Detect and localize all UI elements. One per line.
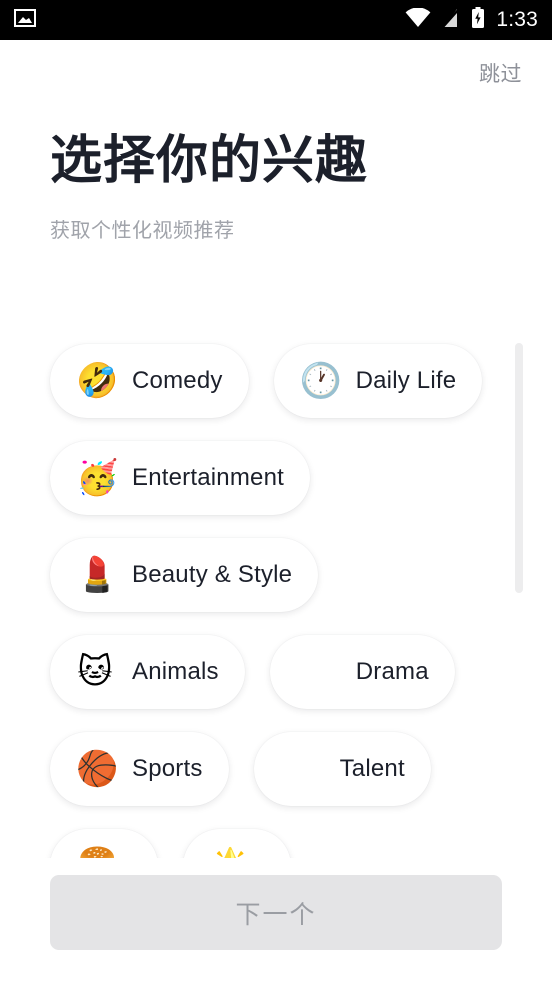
interest-chip[interactable]: 🏀 Sports <box>50 732 229 806</box>
vertical-scrollbar[interactable] <box>515 343 523 593</box>
interest-chip-label: Entertainment <box>132 464 285 491</box>
clock-emoji: 🕐 <box>299 361 342 401</box>
interest-chip[interactable]: Talent <box>253 732 431 806</box>
interest-chip[interactable]: 🥳 Entertainment <box>50 441 311 515</box>
page-subtitle: 获取个性化视频推荐 <box>50 219 235 242</box>
basketball-emoji: 🏀 <box>76 749 119 789</box>
page-title: 选择你的兴趣 <box>50 132 369 190</box>
signal-off-icon <box>442 7 461 33</box>
next-button[interactable]: 下一个 <box>50 875 502 950</box>
skip-row: 跳过 <box>0 40 552 90</box>
interest-chip[interactable]: Drama <box>269 635 455 709</box>
status-bar: 1:33 <box>0 0 552 40</box>
interest-chip[interactable]: 🐱 Animals <box>50 635 245 709</box>
skip-button[interactable]: 跳过 <box>475 56 526 90</box>
interest-chip[interactable]: 🤣 Comedy <box>50 344 249 418</box>
interest-chip-label: Daily Life <box>355 367 457 394</box>
status-bar-left <box>14 7 36 34</box>
bottom-cta-bar: 下一个 <box>0 858 552 981</box>
rolling-on-floor-laughing-emoji: 🤣 <box>76 361 119 401</box>
interest-chip[interactable]: 💄 Beauty & Style <box>50 538 319 612</box>
lipstick-emoji: 💄 <box>76 555 119 595</box>
interest-chip-label: Drama <box>355 658 429 685</box>
partying-face-emoji: 🥳 <box>76 458 119 498</box>
interest-chip-label: Beauty & Style <box>132 561 293 588</box>
cat-face-emoji: 🐱 <box>77 652 113 692</box>
interest-chip[interactable]: 🕐 Daily Life <box>273 344 483 418</box>
battery-charging-icon <box>471 6 485 34</box>
onboarding-screen: 跳过 选择你的兴趣 获取个性化视频推荐 🤣 Comedy 🕐 Daily Life 🥳 E… <box>0 40 552 981</box>
interest-chips-list: 🤣 Comedy 🕐 Daily Life 🥳 Entertainment 💄 Beauty … <box>0 332 552 903</box>
status-bar-clock: 1:33 <box>496 8 538 31</box>
interest-chip-label: Comedy <box>132 367 223 394</box>
image-icon <box>14 7 36 34</box>
wifi-icon <box>405 6 431 33</box>
interest-chip-label: Sports <box>132 755 203 782</box>
page-header: 选择你的兴趣 获取个性化视频推荐 <box>0 90 552 243</box>
interest-chip-label: Talent <box>339 755 405 782</box>
interest-chip-label: Animals <box>132 658 219 685</box>
status-bar-right: 1:33 <box>405 6 538 34</box>
